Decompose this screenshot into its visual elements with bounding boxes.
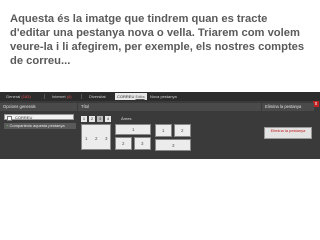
column-number: 1 <box>162 128 165 133</box>
tab-separator <box>81 94 82 99</box>
tab-separator <box>44 94 45 99</box>
tab-label: CORREU <box>117 94 135 99</box>
delete-tab-button[interactable]: Elimina la pestanya <box>264 127 312 139</box>
checkbox-icon[interactable] <box>7 116 12 121</box>
tab-label: Internet <box>52 94 66 99</box>
layout-option-c-right[interactable]: 2 <box>174 124 191 137</box>
layout-option-c-bottom[interactable]: 3 <box>155 139 191 151</box>
column-number: 3 <box>172 143 175 148</box>
tab-bar: General (183) Internet (4) Diversitat CO… <box>0 92 320 101</box>
layout-option-b-right[interactable]: 3 <box>134 137 151 150</box>
layout-option-a[interactable]: 1 2 3 <box>81 124 111 150</box>
areas-label: Àrees <box>121 116 132 121</box>
share-tab-button[interactable]: + Compartexis aquesta pestanya <box>4 123 76 129</box>
tab-name-field[interactable]: CORREU <box>4 114 74 121</box>
column-number: 2 <box>181 128 184 133</box>
tab-correu-active[interactable]: CORREU Edita <box>115 93 147 100</box>
column-number: 1 <box>132 127 135 132</box>
column-number: 3 <box>141 141 144 146</box>
share-label: Compartexis aquesta pestanya <box>9 123 65 128</box>
tab-edit-link[interactable]: Edita <box>135 94 144 99</box>
tab-name-value: CORREU <box>15 115 33 120</box>
delete-header: Elimina la pestanya <box>262 103 314 111</box>
app-window: General (183) Internet (4) Diversitat CO… <box>0 92 320 159</box>
tab-label: Diversitat <box>89 94 106 99</box>
caption-text: Aquesta és la imatge que tindrem quan es… <box>10 13 305 67</box>
layout-number-2[interactable]: 2 <box>89 116 95 122</box>
layout-number-4[interactable]: 4 <box>105 116 111 122</box>
tab-internet[interactable]: Internet (4) <box>50 93 74 100</box>
layout-number-3[interactable]: 3 <box>97 116 103 122</box>
layout-option-b-left[interactable]: 2 <box>115 137 132 150</box>
tab-count: (4) <box>66 94 72 99</box>
layout-number-1[interactable]: 1 <box>81 116 87 122</box>
tab-count: (183) <box>21 94 31 99</box>
column-number: 1 <box>85 136 88 141</box>
tab-general[interactable]: General (183) <box>4 93 33 100</box>
tab-label: Nova pestanya <box>150 94 177 99</box>
layout-option-c-left[interactable]: 1 <box>155 124 172 137</box>
column-number: 2 <box>122 141 125 146</box>
column-number: 3 <box>105 136 108 141</box>
tab-label: General <box>6 94 21 99</box>
plus-icon: + <box>6 123 9 128</box>
tab-diversitat[interactable]: Diversitat <box>87 93 108 100</box>
tab-nova-pestanya[interactable]: Nova pestanya <box>148 93 179 100</box>
title-header: Títol <box>78 103 261 111</box>
options-header: Opcions generals <box>0 103 77 111</box>
column-number: 2 <box>95 136 98 141</box>
layout-option-b-top[interactable]: 1 <box>115 124 151 135</box>
